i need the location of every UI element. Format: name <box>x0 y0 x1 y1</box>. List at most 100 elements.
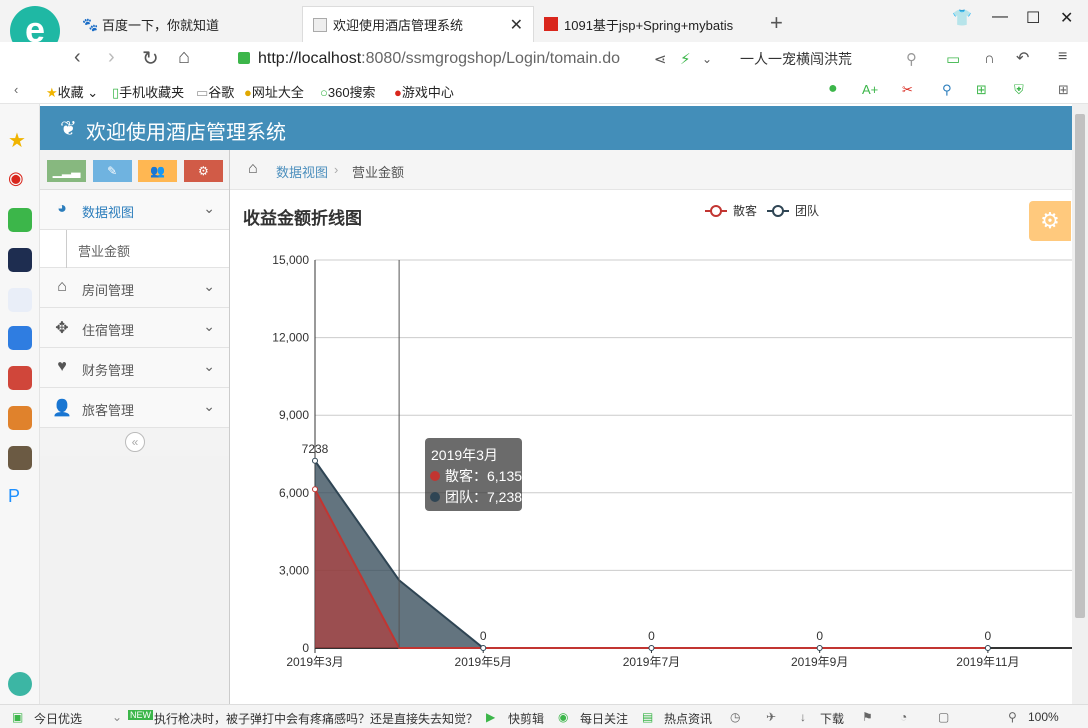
settings-gear-button[interactable]: ⚙ <box>1029 201 1071 241</box>
game-app-icon[interactable] <box>8 366 32 390</box>
url-input[interactable]: http://localhost:8080/ssmgrogshop/Login/… <box>236 47 696 71</box>
bookmark-google[interactable]: ▭谷歌 <box>196 82 234 101</box>
forward-icon[interactable]: › <box>108 46 115 69</box>
data-label: 0 <box>480 629 487 643</box>
tooltip-row: 散客：6,135 <box>445 468 522 484</box>
news-icon[interactable] <box>8 248 32 272</box>
submenu-label: 营业金额 <box>78 244 131 259</box>
apps-grid-icon[interactable]: ⊞ <box>1058 82 1069 98</box>
search-input[interactable]: 一人一宠横闯洪荒 <box>740 47 930 71</box>
refresh-icon[interactable]: ◷ <box>730 710 740 724</box>
close-window-icon[interactable]: ✕ <box>1060 8 1073 28</box>
tab-project[interactable]: 1091基于jsp+Spring+mybatis <box>534 6 764 42</box>
news-ticker-link[interactable]: 执行枪决时，被子弹打中会有疼痛感吗？还是直接失去知觉？ <box>154 710 478 727</box>
new-tab-button[interactable]: + <box>770 10 783 36</box>
sidebar-item-rooms[interactable]: ⌂ 房间管理 ⌄ <box>40 268 229 308</box>
bookmark-favorites[interactable]: ★收藏 ⌄ <box>46 82 98 101</box>
gamepad-icon[interactable]: ⊞ <box>976 82 987 98</box>
heart-icon: ♥ <box>57 358 67 375</box>
undo-icon[interactable]: ↶ <box>1016 48 1029 68</box>
flag-icon[interactable]: ⚑ <box>862 710 873 724</box>
minimize-icon[interactable]: — <box>992 8 1008 26</box>
revenue-area-chart[interactable]: 0 3,000 6,000 9,000 12,000 15,000 2019年3月 2019年… <box>230 190 1072 704</box>
sidebar-item-label: 房间管理 <box>82 283 135 298</box>
chevron-down-icon: ⌄ <box>203 398 215 414</box>
quick-clip-link[interactable]: 快剪辑 <box>508 710 544 727</box>
sidebar-item-label: 数据视图 <box>82 205 135 220</box>
page-scrollbar[interactable] <box>1072 104 1088 704</box>
download-link[interactable]: 下载 <box>820 710 844 727</box>
magnifier-icon[interactable]: ⚲ <box>942 82 952 98</box>
today-picks-link[interactable]: 今日优选 <box>34 710 82 727</box>
translate-icon[interactable]: A+ <box>862 82 878 97</box>
add-app-icon[interactable] <box>8 672 32 696</box>
close-tab-icon[interactable]: ✕ <box>510 15 523 35</box>
scissors-icon[interactable]: ✂ <box>902 82 913 98</box>
reload-icon[interactable]: ↻ <box>142 46 159 71</box>
speed-icon[interactable]: ◔ <box>900 710 907 724</box>
double-chevron-left-icon[interactable]: « <box>125 432 145 452</box>
scrollbar-thumb[interactable] <box>1075 114 1085 618</box>
tooltip-marker <box>430 471 440 481</box>
y-tick-label: 9,000 <box>279 408 309 422</box>
bookmark-mobile[interactable]: ▯手机收藏夹 <box>112 82 184 101</box>
tooltip-marker <box>430 492 440 502</box>
home-icon[interactable]: ⌂ <box>248 160 258 178</box>
menu-icon[interactable]: ≡ <box>1058 48 1067 66</box>
shield-icon[interactable]: ⛨ <box>1014 82 1024 98</box>
zoom-icon: ⚲ <box>1008 710 1017 724</box>
sidebar-toggle-icon[interactable]: ‹ <box>14 82 18 97</box>
legend-marker <box>710 205 722 217</box>
bookmark-360search[interactable]: ○360搜索 <box>320 82 376 101</box>
weibo-icon[interactable]: ◉ <box>8 168 32 192</box>
sidebar-item-finance[interactable]: ♥ 财务管理 ⌄ <box>40 348 229 388</box>
tab-hotel-system[interactable]: 欢迎使用酒店管理系统 ✕ <box>302 6 534 42</box>
chevron-down-icon[interactable]: ⌄ <box>702 52 712 66</box>
favorites-star-icon[interactable]: ★ <box>8 128 32 152</box>
sidebar-item-label: 旅客管理 <box>82 403 135 418</box>
tab-label: 百度一下，你就知道 <box>102 17 220 33</box>
team-point <box>648 645 655 651</box>
battery-icon[interactable]: ▭ <box>946 50 960 68</box>
sidebar-item-lodging[interactable]: ✥ 住宿管理 ⌄ <box>40 308 229 348</box>
daily-focus-link[interactable]: 每日关注 <box>580 710 628 727</box>
p-app-icon[interactable]: P <box>8 486 32 510</box>
window-icon[interactable]: ▢ <box>938 710 949 724</box>
app-header: ❦ 欢迎使用酒店管理系统 <box>40 106 1072 150</box>
series-team-area <box>315 460 988 648</box>
headphones-icon[interactable]: ∩ <box>984 50 995 67</box>
bookmark-games[interactable]: ●游戏中心 <box>394 82 454 101</box>
maximize-icon[interactable]: ☐ <box>1026 8 1040 28</box>
tab-label: 1091基于jsp+Spring+mybatis <box>564 17 734 33</box>
game-app-icon[interactable] <box>8 406 32 430</box>
sidebar-item-data-view[interactable]: ◕ 数据视图 ⌄ <box>40 190 229 230</box>
mail-icon[interactable] <box>8 208 32 232</box>
shortcut-buttons: ▁▂▃ ✎ 👥 ⚙ <box>40 150 229 190</box>
sidebar-item-guests[interactable]: 👤 旅客管理 ⌄ <box>40 388 229 428</box>
word-icon[interactable] <box>8 288 32 312</box>
users-shortcut-button[interactable]: 👥 <box>138 160 178 182</box>
pencil-shortcut-button[interactable]: ✎ <box>92 160 132 182</box>
zoom-level[interactable]: 100% <box>1028 710 1059 724</box>
lightning-icon[interactable]: ⚡ <box>680 50 691 68</box>
tab-baidu[interactable]: 🐾 百度一下，你就知道 <box>72 6 302 42</box>
search-icon[interactable]: ⚲ <box>906 50 917 68</box>
bookmark-daohang[interactable]: ●网址大全 <box>244 82 304 101</box>
play-circle-icon: ◉ <box>558 710 569 724</box>
hot-news-link[interactable]: 热点资讯 <box>664 710 712 727</box>
cogs-shortcut-button[interactable]: ⚙ <box>183 160 223 182</box>
game-app-icon[interactable] <box>8 446 32 470</box>
submenu-revenue[interactable]: 营业金额 <box>40 230 229 268</box>
share-icon[interactable]: ⋖ <box>654 50 667 68</box>
signal-shortcut-button[interactable]: ▁▂▃ <box>47 160 86 182</box>
news-icon: ▤ <box>642 710 654 724</box>
user-icon: 👤 <box>52 400 72 417</box>
status-bar: ▣ 今日优选 ⌄ NEW 执行枪决时，被子弹打中会有疼痛感吗？还是直接失去知觉？… <box>0 704 1088 728</box>
extension-green-icon[interactable]: ● <box>828 80 838 98</box>
home-icon[interactable]: ⌂ <box>178 46 190 69</box>
tshirt-icon[interactable]: 👕 <box>952 8 972 28</box>
pin-icon[interactable]: ✈ <box>766 710 776 724</box>
back-icon[interactable]: ‹ <box>74 46 81 69</box>
breadcrumb-link[interactable]: 数据视图 <box>276 162 328 181</box>
chat-icon[interactable] <box>8 326 32 350</box>
